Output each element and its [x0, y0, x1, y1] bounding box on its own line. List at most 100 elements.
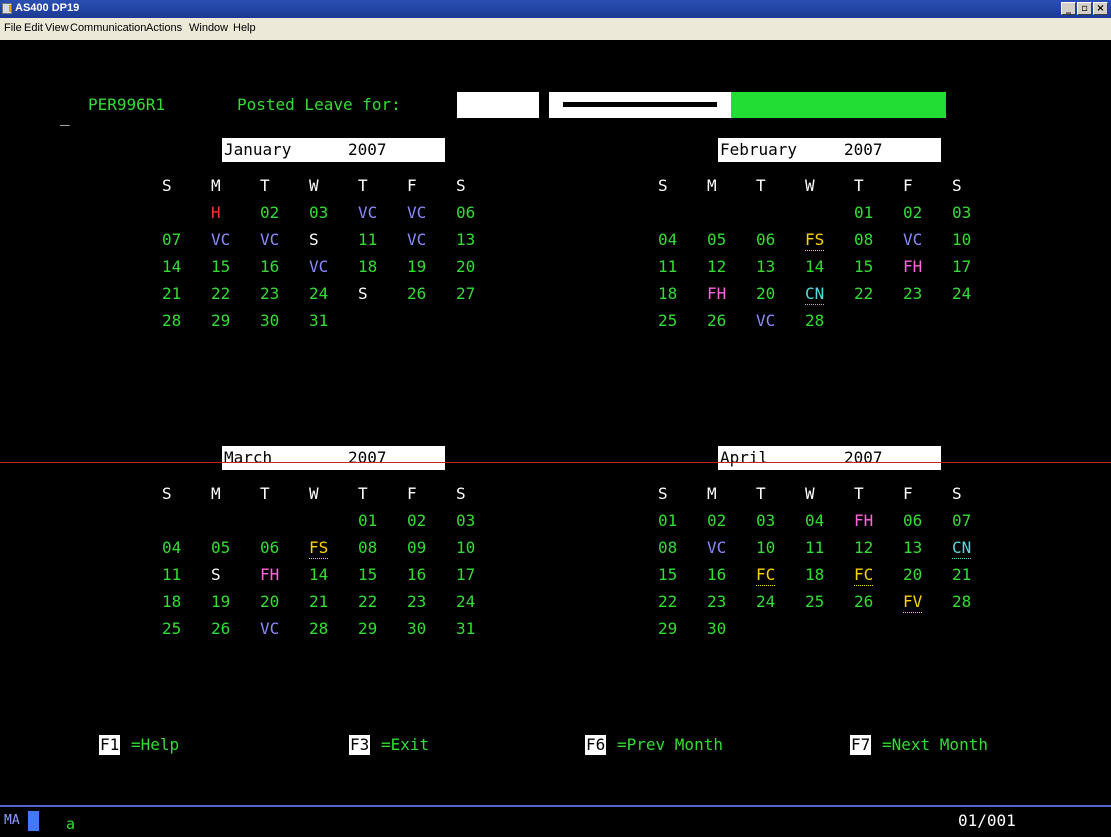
calendar-day: 06: [903, 511, 923, 530]
fkey-next-month-label[interactable]: =Next Month: [882, 735, 988, 755]
calendar-day: VC: [407, 203, 427, 222]
calendar-day: 01: [658, 511, 678, 530]
calendar-day: 14: [309, 565, 329, 584]
day-of-week-header: W: [309, 484, 319, 503]
calendar-day: 17: [456, 565, 476, 584]
calendar-day: VC: [903, 230, 923, 249]
calendar-day: 01: [358, 511, 378, 530]
employee-id-field[interactable]: [457, 92, 539, 118]
day-of-week-header: W: [805, 176, 815, 195]
fkey-help-label[interactable]: =Help: [131, 735, 179, 755]
day-of-week-header: W: [309, 176, 319, 195]
calendar-day: CN: [805, 284, 825, 305]
calendar-day: 03: [309, 203, 329, 222]
maximize-button[interactable]: ▫: [1077, 2, 1092, 15]
calendar-day: 06: [756, 230, 776, 249]
calendar-day: 20: [260, 592, 280, 611]
calendar-day: 19: [407, 257, 427, 276]
day-of-week-header: T: [358, 484, 368, 503]
employee-name-field[interactable]: [549, 92, 731, 118]
calendar-day: 24: [952, 284, 972, 303]
calendar-day: 07: [952, 511, 972, 530]
calendar-day: 12: [707, 257, 727, 276]
calendar-day: 18: [658, 284, 678, 303]
calendar-day: 29: [658, 619, 678, 638]
month-year: 2007: [844, 448, 883, 467]
calendar-day: 15: [658, 565, 678, 584]
calendar-day: 05: [211, 538, 231, 557]
status-bar: MA a 01/001: [0, 805, 1111, 837]
cursor-field[interactable]: _: [60, 107, 70, 127]
minimize-button[interactable]: _: [1061, 2, 1076, 15]
calendar-day: 23: [407, 592, 427, 611]
day-of-week-header: S: [456, 484, 466, 503]
status-field[interactable]: [731, 92, 946, 118]
calendar-day: 16: [407, 565, 427, 584]
calendar-day: 01: [854, 203, 874, 222]
calendar-day: 22: [658, 592, 678, 611]
calendar-day: S: [309, 230, 319, 249]
calendar-day: 22: [854, 284, 874, 303]
fkey-next-month-key[interactable]: F7: [850, 735, 872, 755]
calendar-day: 04: [658, 230, 678, 249]
close-button[interactable]: ×: [1093, 2, 1108, 15]
menu-view[interactable]: View: [45, 22, 69, 34]
calendar-day: 15: [358, 565, 378, 584]
day-of-week-header: F: [407, 484, 417, 503]
menu-actions[interactable]: Actions: [146, 22, 182, 34]
day-of-week-header: F: [903, 484, 913, 503]
calendar-day: H: [211, 203, 221, 222]
day-of-week-header: W: [805, 484, 815, 503]
calendar-day: VC: [407, 230, 427, 249]
calendar-day: FH: [854, 511, 874, 530]
calendar-day: 13: [456, 230, 476, 249]
month-header: March 2007: [222, 446, 445, 470]
terminal-screen[interactable]: _ PER996R1 Posted Leave for: January 2007…: [0, 40, 1111, 805]
calendar-day: 02: [903, 203, 923, 222]
fkey-help-key[interactable]: F1: [99, 735, 121, 755]
calendar-day: VC: [260, 619, 280, 638]
calendar-day: 08: [658, 538, 678, 557]
menu-communication[interactable]: Communication: [70, 22, 146, 34]
fkey-exit-label[interactable]: =Exit: [381, 735, 429, 755]
calendar-day: 30: [407, 619, 427, 638]
calendar-day: FH: [903, 257, 923, 276]
month-header: April 2007: [718, 446, 941, 470]
day-of-week-header: F: [407, 176, 417, 195]
calendar-day: 11: [358, 230, 378, 249]
calendar-day: 10: [952, 230, 972, 249]
calendar-day: VC: [756, 311, 776, 330]
calendar-day: 03: [756, 511, 776, 530]
day-of-week-header: T: [756, 176, 766, 195]
calendar-day: 31: [456, 619, 476, 638]
calendar-day: FH: [707, 284, 727, 303]
day-of-week-header: S: [952, 176, 962, 195]
calendar-day: FS: [309, 538, 329, 559]
fkey-exit-key[interactable]: F3: [349, 735, 371, 755]
menu-window[interactable]: Window: [189, 22, 228, 34]
calendar-day: 23: [707, 592, 727, 611]
calendar-day: 22: [358, 592, 378, 611]
calendar-day: 29: [211, 311, 231, 330]
calendar-day: 11: [658, 257, 678, 276]
menu-help[interactable]: Help: [233, 22, 256, 34]
day-of-week-header: S: [162, 176, 172, 195]
calendar-day: 04: [805, 511, 825, 530]
fkey-prev-month-label[interactable]: =Prev Month: [617, 735, 723, 755]
calendar-day: 28: [309, 619, 329, 638]
calendar-day: 18: [162, 592, 182, 611]
menu-edit[interactable]: Edit: [24, 22, 43, 34]
month-name: February: [720, 140, 798, 159]
calendar-day: 13: [903, 538, 923, 557]
section-divider: [0, 462, 1111, 463]
menu-file[interactable]: File: [4, 22, 22, 34]
calendar-day: 14: [162, 257, 182, 276]
day-of-week-header: T: [854, 484, 864, 503]
calendar-day: VC: [358, 203, 378, 222]
calendar-day: FC: [756, 565, 776, 586]
fkey-prev-month-key[interactable]: F6: [585, 735, 607, 755]
calendar-day: 20: [756, 284, 776, 303]
calendar-day: FV: [903, 592, 923, 613]
calendar-day: 26: [854, 592, 874, 611]
calendar-day: 28: [162, 311, 182, 330]
